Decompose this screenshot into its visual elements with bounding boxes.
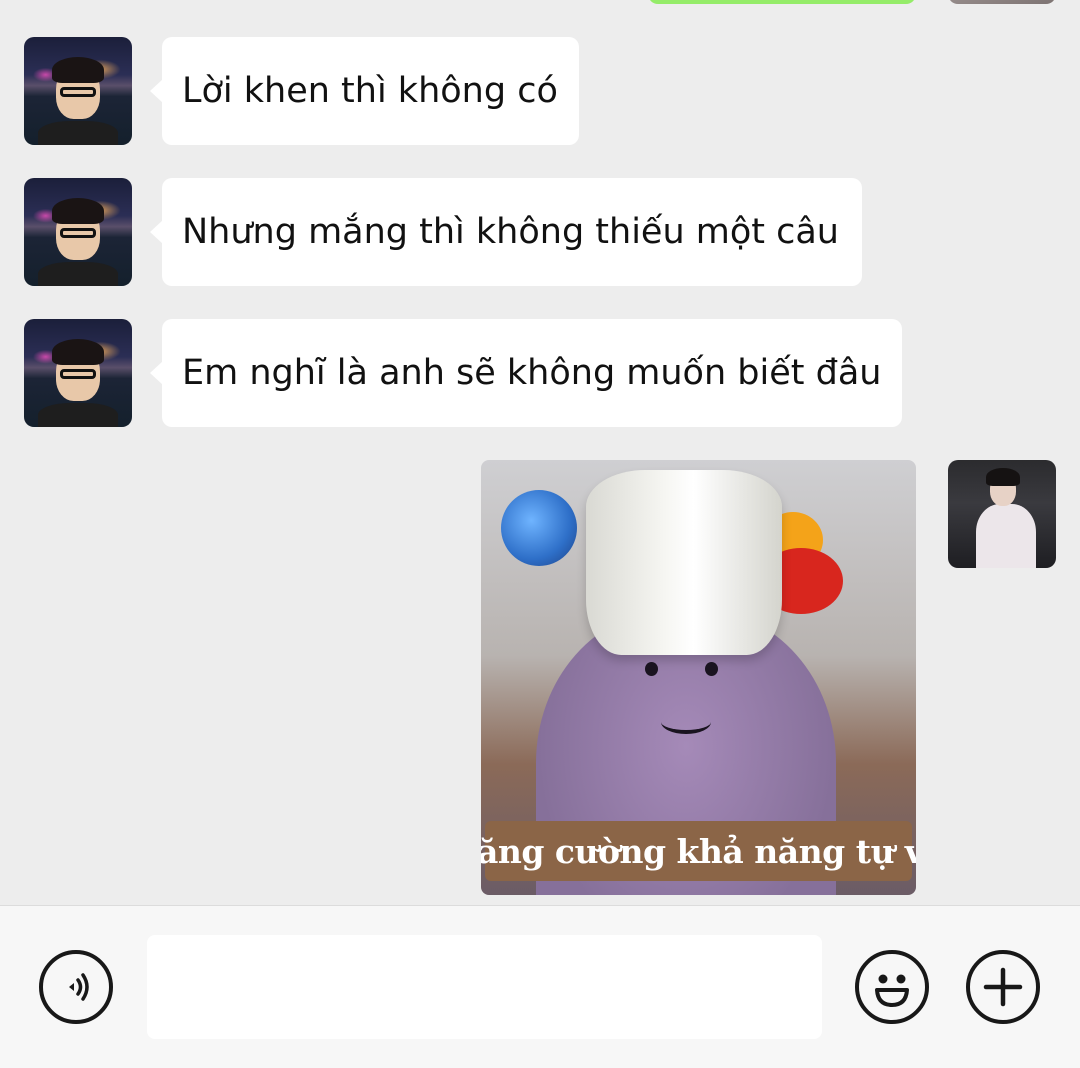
message-text: Lời khen thì không có xyxy=(182,71,558,111)
smiley-icon xyxy=(875,974,909,1007)
chat-area[interactable]: Lời khen thì không có Nhưng mắng thì khô… xyxy=(0,0,1080,905)
emoji-button[interactable] xyxy=(855,950,929,1024)
self-avatar[interactable] xyxy=(948,0,1056,4)
globe-image-detail xyxy=(501,490,577,566)
cup-image-detail xyxy=(586,470,782,655)
contact-avatar[interactable] xyxy=(24,319,132,427)
previous-self-bubble[interactable] xyxy=(648,0,916,4)
plus-circle-icon xyxy=(983,967,1023,1007)
voice-wave-icon xyxy=(69,973,89,1001)
contact-avatar[interactable] xyxy=(24,37,132,145)
contact-avatar[interactable] xyxy=(24,178,132,286)
plus-button[interactable] xyxy=(966,950,1040,1024)
input-bar xyxy=(0,905,1080,1068)
message-input[interactable] xyxy=(147,935,822,1039)
message-bubble[interactable]: Nhưng mắng thì không thiếu một câu xyxy=(150,178,862,286)
image-message[interactable]: Tăng cường khả năng tự vệ xyxy=(481,460,916,895)
voice-button[interactable] xyxy=(39,950,113,1024)
message-text: Nhưng mắng thì không thiếu một câu xyxy=(182,212,839,252)
message-text: Em nghĩ là anh sẽ không muốn biết đâu xyxy=(182,353,882,393)
image-caption: Tăng cường khả năng tự vệ xyxy=(481,821,916,881)
message-bubble[interactable]: Lời khen thì không có xyxy=(150,37,579,145)
message-bubble[interactable]: Em nghĩ là anh sẽ không muốn biết đâu xyxy=(150,319,902,427)
self-avatar[interactable] xyxy=(948,460,1056,568)
